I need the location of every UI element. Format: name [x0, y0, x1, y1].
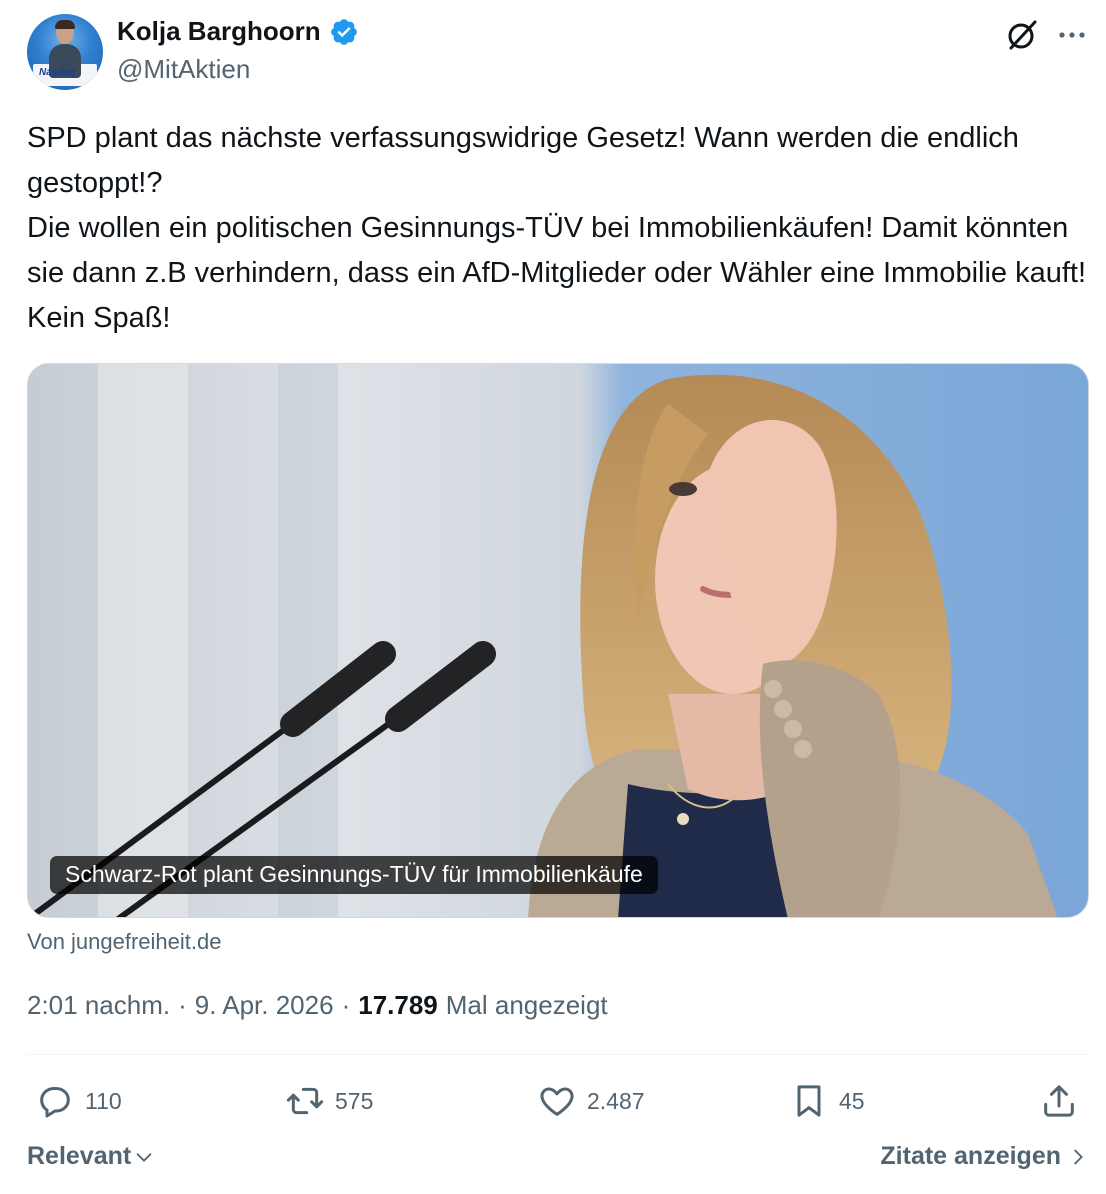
more-icon[interactable]: [1055, 18, 1089, 52]
reply-footer: Relevant Zitate anzeigen: [27, 1142, 1089, 1178]
author-name[interactable]: Kolja Barghoorn: [117, 16, 321, 47]
avatar-logo-text: Nasdaq: [39, 67, 76, 78]
author-name-row: Kolja Barghoorn: [117, 16, 359, 47]
card-title: Schwarz-Rot plant Gesinnungs-TÜV für Imm…: [50, 856, 658, 894]
share-icon: [1044, 1085, 1074, 1117]
tweet-time[interactable]: 2:01 nachm.: [27, 990, 170, 1021]
bookmark-icon: [797, 1085, 821, 1117]
action-bar: 110 575 2.487 45: [27, 1076, 1089, 1126]
like-count: 2.487: [587, 1087, 645, 1114]
tweet-header: Nasdaq Kolja Barghoorn @MitAktien: [27, 14, 1089, 90]
reply-count: 110: [85, 1087, 122, 1114]
card-source[interactable]: Von jungefreiheit.de: [27, 929, 222, 955]
share-button[interactable]: [1039, 1076, 1079, 1126]
author-avatar[interactable]: Nasdaq: [27, 14, 103, 90]
bookmark-count: 45: [839, 1087, 865, 1114]
link-preview-card[interactable]: Schwarz-Rot plant Gesinnungs-TÜV für Imm…: [27, 363, 1089, 918]
repost-count: 575: [335, 1087, 374, 1114]
grok-icon[interactable]: [1005, 18, 1039, 52]
view-quotes-label: Zitate anzeigen: [880, 1142, 1061, 1170]
like-button[interactable]: 2.487: [537, 1076, 645, 1126]
view-quotes-link[interactable]: Zitate anzeigen: [880, 1142, 1089, 1171]
reply-icon: [40, 1087, 70, 1118]
heart-icon: [540, 1087, 574, 1116]
author-handle[interactable]: @MitAktien: [117, 54, 250, 85]
divider: [27, 1054, 1089, 1055]
repost-button[interactable]: 575: [285, 1076, 373, 1126]
meta-separator: ·: [178, 990, 187, 1020]
reply-button[interactable]: 110: [35, 1076, 122, 1126]
meta-separator: ·: [341, 990, 351, 1020]
avatar-hair: [55, 20, 75, 29]
card-image: [28, 364, 1088, 917]
view-count: 17.789: [358, 990, 438, 1020]
verified-badge-icon[interactable]: [329, 17, 359, 47]
tweet-meta: 2:01 nachm. · 9. Apr. 2026 · 17.789 Mal …: [27, 990, 608, 1021]
tweet-text: SPD plant das nächste verfassungswidrige…: [27, 122, 1087, 334]
sort-label: Relevant: [27, 1142, 132, 1170]
chevron-right-icon: [1074, 1149, 1083, 1164]
view-count-label: Mal angezeigt: [445, 990, 608, 1020]
chevron-down-icon: [136, 1152, 152, 1162]
tweet-date[interactable]: 9. Apr. 2026: [195, 990, 334, 1021]
sort-dropdown[interactable]: Relevant: [27, 1142, 155, 1171]
repost-icon: [286, 1087, 324, 1115]
bookmark-button[interactable]: 45: [789, 1076, 865, 1126]
